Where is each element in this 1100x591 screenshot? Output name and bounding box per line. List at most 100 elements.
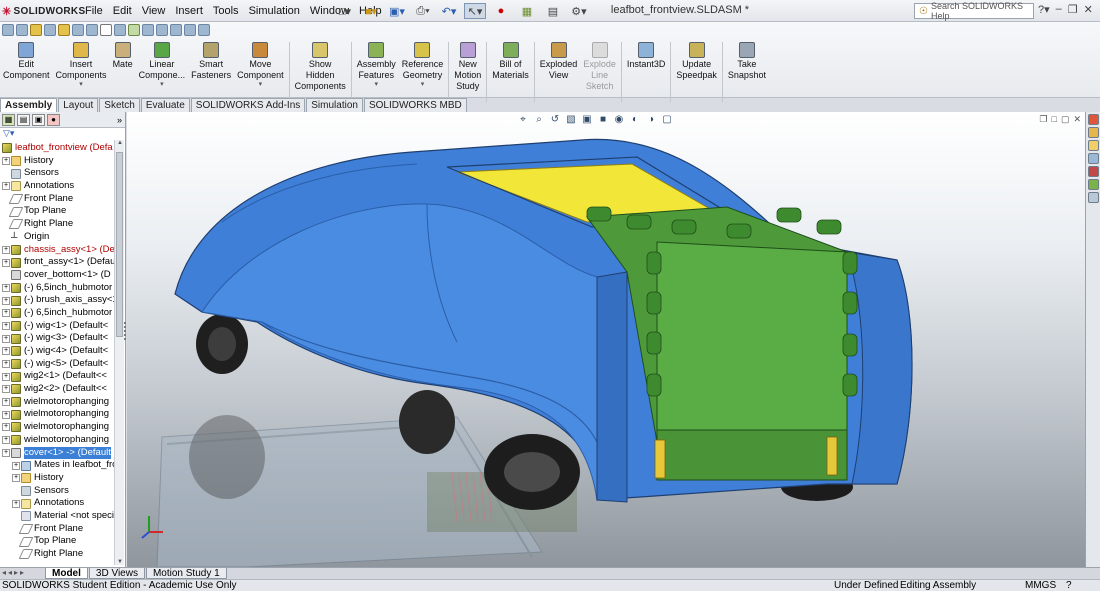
small-tool-15-icon[interactable] xyxy=(198,24,210,36)
menu-simulation[interactable]: Simulation xyxy=(244,3,305,19)
tree-item[interactable]: ┴ Origin xyxy=(0,231,125,244)
expand-toggle-icon[interactable]: + xyxy=(2,334,10,343)
tab-sketch[interactable]: Sketch xyxy=(99,98,140,112)
filter-icon[interactable]: ▽▾ xyxy=(0,128,125,140)
minimize-icon[interactable]: – xyxy=(1056,3,1062,16)
close-icon[interactable]: ✕ xyxy=(1084,3,1093,16)
small-tool-4-icon[interactable] xyxy=(44,24,56,36)
tree-item[interactable]: Front Plane xyxy=(0,193,125,206)
smart-fasteners-button[interactable]: Smart Fasteners xyxy=(188,42,234,102)
small-tool-9-icon[interactable] xyxy=(114,24,126,36)
expand-toggle-icon[interactable]: + xyxy=(12,474,20,483)
tree-item[interactable]: Top Plane xyxy=(0,535,125,548)
tree-item[interactable]: Sensors xyxy=(0,485,125,498)
scroll-up-icon[interactable]: ▲ xyxy=(115,140,125,146)
feature-manager-tab-icon[interactable]: ▦ xyxy=(2,113,15,126)
tree-scrollbar[interactable]: ▲ ▼ xyxy=(114,140,124,565)
help-search-input[interactable]: ☉ Search SOLIDWORKS Help xyxy=(914,1,1034,21)
expand-toggle-icon[interactable]: + xyxy=(2,258,10,267)
small-tool-12-icon[interactable] xyxy=(156,24,168,36)
tree-item[interactable]: + History xyxy=(0,155,125,168)
unit-system-selector[interactable]: MMGS xyxy=(1025,580,1056,591)
zoom-area-icon[interactable]: ⌕ xyxy=(533,114,545,125)
tree-item[interactable]: cover_bottom<1> (D xyxy=(0,269,125,282)
tree-item[interactable]: + Mates in leafbot_fror xyxy=(0,459,125,472)
tree-item[interactable]: Top Plane xyxy=(0,205,125,218)
tab-simulation[interactable]: Simulation xyxy=(306,98,363,112)
tab-scroll-arrows-icon[interactable]: ◂◂▸▸ xyxy=(2,568,26,577)
tree-item[interactable]: Sensors xyxy=(0,167,125,180)
menu-file[interactable]: File xyxy=(80,3,108,19)
tree-item[interactable]: + (-) brush_axis_assy<1 xyxy=(0,294,125,307)
appearances-icon[interactable] xyxy=(1087,166,1099,177)
tree-item[interactable]: Right Plane xyxy=(0,218,125,231)
viewport-close-icon[interactable]: ✕ xyxy=(1073,114,1081,125)
viewport-tile-icon[interactable]: □ xyxy=(1052,114,1057,125)
tree-item[interactable]: Material <not specifi xyxy=(0,510,125,523)
expand-toggle-icon[interactable]: + xyxy=(2,309,10,318)
tab-assembly[interactable]: Assembly xyxy=(0,98,58,112)
design-library-icon[interactable] xyxy=(1087,127,1099,138)
menu-edit[interactable]: Edit xyxy=(108,3,137,19)
tree-root[interactable]: leafbot_frontview (Defa xyxy=(0,142,125,155)
undo-icon[interactable]: ↶▾ xyxy=(438,3,460,19)
expand-toggle-icon[interactable]: + xyxy=(2,398,10,407)
bill-of-materials-button[interactable]: Bill of Materials xyxy=(489,42,532,102)
dropdown-arrow-icon[interactable]: ▾ xyxy=(421,81,425,89)
scroll-thumb[interactable] xyxy=(116,152,123,337)
tree-item[interactable]: + wig2<1> (Default<< xyxy=(0,370,125,383)
dropdown-arrow-icon[interactable]: ▾ xyxy=(160,81,164,89)
help-question-icon[interactable]: ?▾ xyxy=(1038,3,1050,16)
viewport-restore-icon[interactable]: ❐ xyxy=(1039,114,1047,125)
file-explorer-icon[interactable] xyxy=(1087,140,1099,151)
tab-addins[interactable]: SOLIDWORKS Add-Ins xyxy=(190,98,306,112)
reference-geometry-button[interactable]: Reference Geometry ▾ xyxy=(399,42,447,102)
show-hidden-button[interactable]: Show Hidden Components xyxy=(292,42,349,102)
view-orientation-icon[interactable]: ▣ xyxy=(581,114,593,125)
view-palette-icon[interactable] xyxy=(1087,153,1099,164)
tree-item[interactable]: Right Plane xyxy=(0,548,125,561)
save-icon[interactable]: ▣▾ xyxy=(386,3,408,19)
solidworks-resources-icon[interactable] xyxy=(1087,114,1099,125)
small-tool-5-icon[interactable] xyxy=(58,24,70,36)
property-manager-tab-icon[interactable]: ▤ xyxy=(17,113,30,126)
small-tool-13-icon[interactable] xyxy=(170,24,182,36)
menu-insert[interactable]: Insert xyxy=(170,3,208,19)
tree-item[interactable]: + cover<1> -> (Default xyxy=(0,446,125,460)
tree-item[interactable]: + (-) 6,5inch_hubmotor xyxy=(0,282,125,295)
solidworks-logo[interactable]: ✳ SOLIDWORKS xyxy=(2,3,85,19)
menu-tools[interactable]: Tools xyxy=(208,3,244,19)
scroll-down-icon[interactable]: ▼ xyxy=(115,559,125,565)
expand-toggle-icon[interactable]: + xyxy=(2,245,10,254)
tree-item[interactable]: + Annotations xyxy=(0,497,125,510)
configuration-manager-tab-icon[interactable]: ▣ xyxy=(32,113,45,126)
viewport-maximize-icon[interactable]: ▢ xyxy=(1061,114,1070,125)
small-tool-7-icon[interactable] xyxy=(86,24,98,36)
expand-toggle-icon[interactable]: + xyxy=(2,410,10,419)
assembly-features-button[interactable]: Assembly Features ▾ xyxy=(354,42,399,102)
tree-item[interactable]: + (-) wig<1> (Default< xyxy=(0,320,125,333)
tree-item[interactable]: + Annotations xyxy=(0,180,125,193)
mate-button[interactable]: Mate xyxy=(110,42,136,102)
small-tool-14-icon[interactable] xyxy=(184,24,196,36)
open-folder-icon[interactable]: ■▾ xyxy=(360,3,382,19)
insert-components-button[interactable]: Insert Components ▾ xyxy=(53,42,110,102)
menu-view[interactable]: View xyxy=(137,3,171,19)
expand-toggle-icon[interactable]: + xyxy=(12,461,20,470)
tree-item[interactable]: + wielmotorophanging xyxy=(0,396,125,409)
dropdown-arrow-icon[interactable]: ▾ xyxy=(259,81,263,89)
restore-icon[interactable]: ❐ xyxy=(1068,3,1078,16)
display-style-icon[interactable]: ■ xyxy=(597,114,609,125)
tree-item[interactable]: + (-) wig<3> (Default< xyxy=(0,332,125,345)
small-tool-1-icon[interactable] xyxy=(2,24,14,36)
tree-item[interactable]: + wielmotorophanging xyxy=(0,408,125,421)
tree-item[interactable]: + front_assy<1> (Defau xyxy=(0,256,125,269)
snapshot-button[interactable]: Take Snapshot xyxy=(725,42,769,102)
expand-toggle-icon[interactable]: + xyxy=(2,296,10,305)
traffic-light-icon[interactable]: ● xyxy=(490,3,512,19)
speedpak-button[interactable]: Update Speedpak xyxy=(673,42,720,102)
edit-component-button[interactable]: Edit Component xyxy=(0,42,53,102)
expand-toggle-icon[interactable]: + xyxy=(2,182,10,191)
file-properties-icon[interactable]: ▤ xyxy=(542,3,564,19)
status-help-button[interactable]: ? xyxy=(1066,580,1072,591)
